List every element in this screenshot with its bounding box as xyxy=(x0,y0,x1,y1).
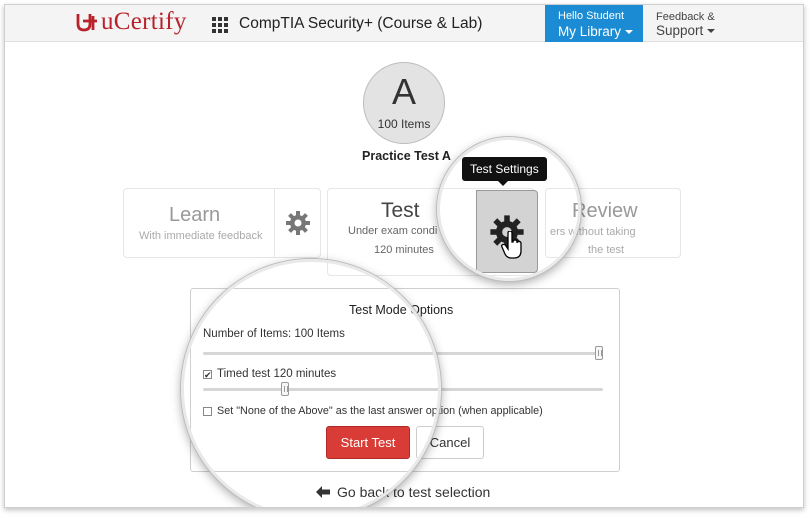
learn-title: Learn xyxy=(169,204,221,226)
test-title: Test xyxy=(381,199,420,222)
time-slider-handle[interactable] xyxy=(281,382,290,396)
ucertify-logo-icon xyxy=(76,14,97,32)
review-subtitle: ers without taking xyxy=(550,226,636,238)
learn-subtitle: With immediate feedback xyxy=(139,230,263,242)
items-slider-handle[interactable] xyxy=(595,346,603,360)
feedback-label: Feedback & xyxy=(656,11,715,23)
test-settings-tooltip: Test Settings xyxy=(462,157,547,186)
options-title: Test Mode Options xyxy=(349,303,454,317)
my-library-menu[interactable]: Hello Student My Library xyxy=(545,5,643,42)
timed-test-row[interactable]: ✔ Timed test 120 minutes xyxy=(203,368,336,380)
avatar-letter: A xyxy=(391,71,416,112)
review-subtitle-2: the test xyxy=(588,244,625,256)
time-slider[interactable] xyxy=(203,382,603,396)
brand-name: uCertify xyxy=(101,8,187,35)
test-subtitle: Under exam condi xyxy=(348,225,438,237)
timed-test-checkbox[interactable]: ✔ xyxy=(203,369,212,379)
top-navigation-bar: uCertify CompTIA Security+ (Course & Lab… xyxy=(5,5,803,42)
gear-icon xyxy=(286,211,310,235)
test-mode-options-panel: Test Mode Options Number of Items: 100 I… xyxy=(190,288,620,472)
test-name: Practice Test A xyxy=(362,149,451,163)
support-label: Support xyxy=(656,23,704,38)
chevron-down-icon xyxy=(625,30,634,35)
number-of-items-label: Number of Items: 100 Items xyxy=(203,328,345,340)
test-avatar: A 100 Items xyxy=(363,62,445,144)
test-duration: 120 minutes xyxy=(374,244,434,256)
apps-grid-icon[interactable] xyxy=(212,17,228,33)
back-label: Go back to test selection xyxy=(337,484,491,500)
none-of-above-row[interactable]: Set "None of the Above" as the last answ… xyxy=(203,405,543,417)
items-slider[interactable] xyxy=(203,346,603,360)
course-title[interactable]: CompTIA Security+ (Course & Lab) xyxy=(239,15,482,33)
review-title: Review xyxy=(572,200,638,222)
hand-pointer-icon xyxy=(501,231,522,259)
library-label: My Library xyxy=(558,24,622,39)
start-test-button[interactable]: Start Test xyxy=(326,426,410,459)
review-mode-card[interactable]: Review ers without taking the test xyxy=(545,188,681,258)
app-window: uCertify CompTIA Security+ (Course & Lab… xyxy=(4,4,804,508)
arrow-left-icon xyxy=(316,486,330,498)
none-of-above-checkbox[interactable] xyxy=(203,406,212,416)
library-greeting: Hello Student xyxy=(558,10,625,22)
none-of-above-label: Set "None of the Above" as the last answ… xyxy=(217,405,543,417)
support-menu[interactable]: Feedback & Support xyxy=(656,11,716,39)
ucertify-logo[interactable]: uCertify xyxy=(75,8,187,36)
learn-mode-card[interactable]: Learn With immediate feedback xyxy=(123,188,321,258)
chevron-down-icon xyxy=(707,29,716,34)
items-count: 100 Items xyxy=(377,117,431,131)
learn-settings-button[interactable] xyxy=(274,189,321,257)
back-to-test-selection-link[interactable]: Go back to test selection xyxy=(316,484,490,500)
cancel-button[interactable]: Cancel xyxy=(416,426,484,459)
timed-test-label: Timed test 120 minutes xyxy=(217,368,337,380)
